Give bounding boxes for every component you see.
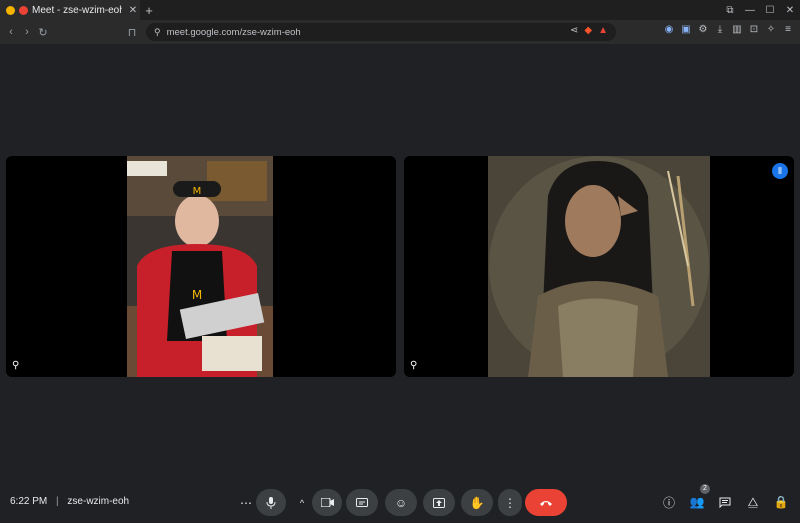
extension-2-icon[interactable]: ▣ bbox=[680, 24, 692, 35]
more-horizontal-icon: ⋯ bbox=[240, 495, 252, 510]
svg-text:M: M bbox=[192, 288, 202, 302]
sidebar-icon[interactable]: ▥ bbox=[731, 24, 743, 35]
participant-video-1: M M bbox=[127, 156, 273, 377]
activities-icon: ⧋ bbox=[747, 494, 759, 509]
more-vertical-icon: ⋮ bbox=[504, 495, 516, 510]
share-icon[interactable]: ⋖ bbox=[570, 25, 578, 36]
host-controls-button[interactable]: 🔒 bbox=[772, 493, 790, 511]
svg-text:M: M bbox=[193, 186, 202, 197]
more-options-button[interactable]: ⋯ bbox=[234, 489, 258, 516]
meeting-info-button[interactable]: ⓘ bbox=[660, 493, 678, 511]
emoji-icon: ☺ bbox=[394, 495, 408, 510]
pin-icon[interactable]: ⚲ bbox=[410, 360, 417, 371]
more-vertical-button[interactable]: ⋮ bbox=[498, 489, 522, 516]
leave-call-button[interactable] bbox=[525, 489, 567, 516]
menu-icon[interactable]: ≡ bbox=[782, 24, 794, 35]
chevron-up-icon: ^ bbox=[299, 497, 305, 508]
tab-title: Meet - zse-wzim-eoh bbox=[32, 4, 122, 16]
browser-tab[interactable]: Meet - zse-wzim-eoh ✕ bbox=[0, 0, 140, 20]
meet-favicon-icon bbox=[19, 5, 28, 15]
wallet-icon[interactable]: ⊡ bbox=[748, 24, 760, 35]
extension-1-icon[interactable]: ◉ bbox=[663, 24, 675, 35]
back-icon[interactable]: ‹ bbox=[3, 26, 19, 38]
present-screen-icon bbox=[433, 497, 445, 508]
participant-video-2 bbox=[488, 156, 710, 377]
meeting-time: 6:22 PM bbox=[10, 496, 48, 507]
speaking-indicator-icon: ⦀ bbox=[772, 163, 788, 179]
hangup-icon bbox=[540, 501, 552, 506]
site-info-icon[interactable]: ⚲ bbox=[154, 27, 161, 38]
brave-shield-icon[interactable]: ◆ bbox=[584, 25, 592, 36]
tab-strip: Meet - zse-wzim-eoh ✕ + ⧉ — ☐ ✕ bbox=[0, 0, 800, 20]
emoji-reaction-button[interactable]: ☺ bbox=[385, 489, 417, 516]
chat-icon bbox=[719, 497, 731, 508]
people-button[interactable]: 👥 bbox=[688, 493, 706, 511]
address-bar[interactable]: ⚲ meet.google.com/zse-wzim-eoh ⋖ ◆ ▲ bbox=[146, 23, 616, 41]
new-tab-button[interactable]: + bbox=[140, 3, 158, 18]
camera-button[interactable] bbox=[312, 489, 342, 516]
close-window-icon[interactable]: ✕ bbox=[780, 5, 800, 16]
meeting-details: 6:22 PM | zse-wzim-eoh bbox=[10, 496, 129, 507]
tab-search-icon[interactable]: ⧉ bbox=[720, 5, 740, 16]
meeting-controls-bar: 6:22 PM | zse-wzim-eoh ⋯ ^ ☺ ✋ ⋮ ⓘ 👥 ⧋ 🔒 bbox=[0, 487, 800, 517]
participant-tile-2[interactable]: ⦀ ⚲ bbox=[404, 156, 794, 377]
captions-icon bbox=[356, 498, 368, 507]
bookmark-icon[interactable]: ⊓ bbox=[124, 26, 140, 39]
participant-count-badge: 2 bbox=[700, 484, 710, 494]
browser-logo-icon bbox=[6, 5, 15, 15]
mic-icon bbox=[266, 496, 276, 509]
video-camera-icon bbox=[320, 498, 334, 507]
brave-rewards-icon[interactable]: ▲ bbox=[598, 25, 608, 36]
extensions-icon[interactable]: ⚙ bbox=[697, 24, 709, 35]
pin-icon[interactable]: ⚲ bbox=[12, 360, 19, 371]
people-icon: 👥 bbox=[689, 495, 705, 509]
extensions-area: ◉ ▣ ⚙ ⤓ ▥ ⊡ ✧ ≡ bbox=[663, 24, 794, 35]
minimize-icon[interactable]: — bbox=[740, 5, 760, 16]
url-text: meet.google.com/zse-wzim-eoh bbox=[166, 26, 301, 38]
tab-close-icon[interactable]: ✕ bbox=[126, 5, 140, 16]
forward-icon[interactable]: › bbox=[19, 26, 35, 38]
navigation-bar: ‹ › ↻ ⊓ ⚲ meet.google.com/zse-wzim-eoh ⋖… bbox=[0, 20, 800, 44]
chat-button[interactable] bbox=[716, 493, 734, 511]
download-icon[interactable]: ⤓ bbox=[714, 24, 726, 35]
raise-hand-icon: ✋ bbox=[469, 495, 485, 510]
activities-button[interactable]: ⧋ bbox=[744, 493, 762, 511]
window-controls: ⧉ — ☐ ✕ bbox=[720, 0, 800, 20]
leo-ai-icon[interactable]: ✧ bbox=[765, 24, 777, 35]
info-icon: ⓘ bbox=[662, 495, 675, 510]
present-screen-button[interactable] bbox=[423, 489, 455, 516]
camera-options-button[interactable]: ^ bbox=[292, 489, 312, 516]
separator: | bbox=[56, 496, 59, 507]
meeting-code: zse-wzim-eoh bbox=[67, 496, 130, 507]
microphone-button[interactable] bbox=[256, 489, 286, 516]
host-controls-icon: 🔒 bbox=[773, 495, 789, 509]
raise-hand-button[interactable]: ✋ bbox=[461, 489, 493, 516]
reload-icon[interactable]: ↻ bbox=[35, 26, 51, 39]
maximize-icon[interactable]: ☐ bbox=[760, 5, 780, 16]
participant-tile-1[interactable]: M M ⚲ bbox=[6, 156, 396, 377]
captions-button[interactable] bbox=[346, 489, 378, 516]
